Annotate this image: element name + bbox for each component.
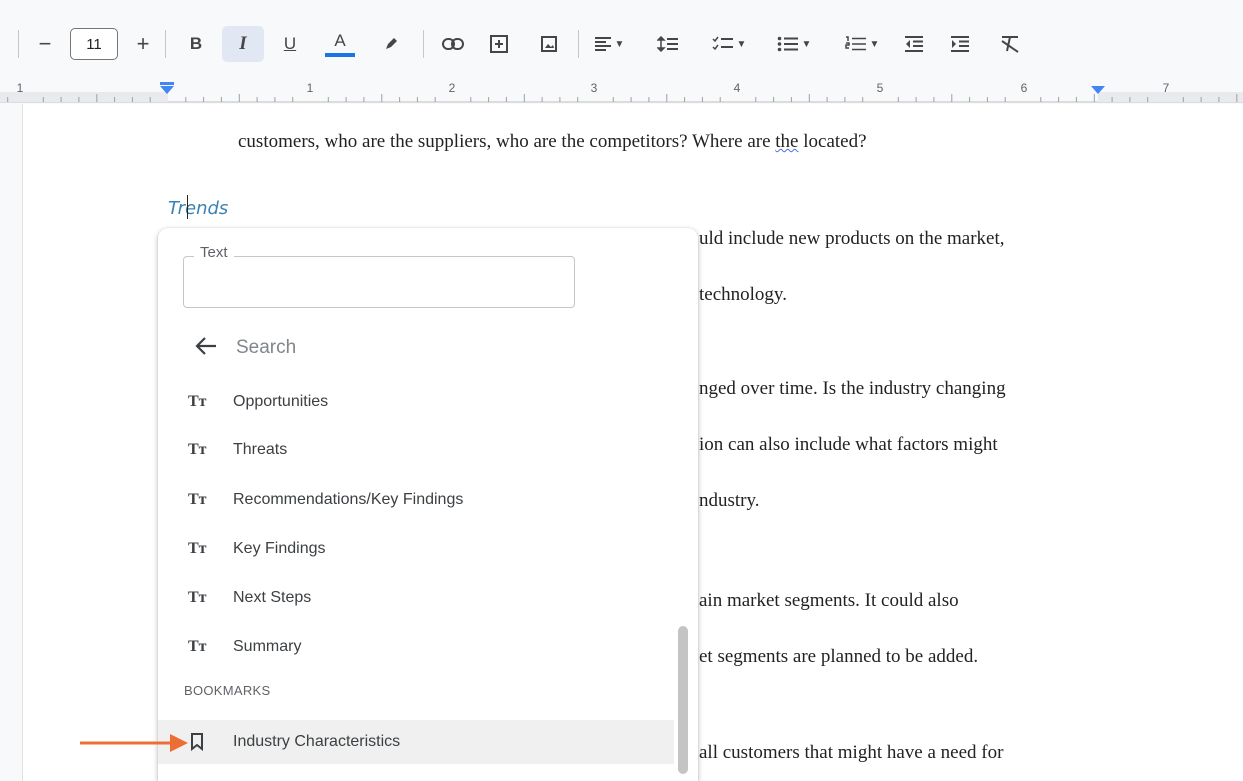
link-popup: Text Tᴛ Opportunities Tᴛ Threats Tᴛ Reco… xyxy=(158,228,698,781)
heading-item-opportunities[interactable]: Tᴛ Opportunities xyxy=(158,380,674,424)
heading-icon: Tᴛ xyxy=(188,393,207,410)
toolbar-divider xyxy=(165,30,166,58)
heading-icon: Tᴛ xyxy=(188,589,207,606)
document-line: ndustry. xyxy=(699,490,760,511)
document-line: all customers that might have a need for xyxy=(699,742,1004,763)
ruler-number: 5 xyxy=(877,81,884,95)
bookmarks-header: BOOKMARKS xyxy=(184,683,271,698)
heading-item-threats[interactable]: Tᴛ Threats xyxy=(158,428,674,472)
underline-button[interactable]: U xyxy=(274,26,306,62)
heading-icon: Tᴛ xyxy=(188,441,207,458)
toolbar-divider xyxy=(578,30,579,58)
increase-indent-icon[interactable] xyxy=(944,26,976,62)
image-icon[interactable] xyxy=(532,26,566,62)
heading-item-key-findings[interactable]: Tᴛ Key Findings xyxy=(158,527,674,571)
ruler-number: 6 xyxy=(1021,81,1028,95)
bookmark-item-label: Industry Characteristics xyxy=(233,733,401,750)
heading-item-recommendations[interactable]: Tᴛ Recommendations/Key Findings xyxy=(158,478,674,522)
toolbar-divider xyxy=(423,30,424,58)
ruler-number: 2 xyxy=(449,81,456,95)
text-color-bar xyxy=(325,52,355,57)
heading-item-label: Threats xyxy=(233,441,288,458)
document-line: customers, who are the suppliers, who ar… xyxy=(238,131,867,153)
heading-item-label: Key Findings xyxy=(233,540,326,557)
text-field[interactable] xyxy=(183,256,575,308)
heading-item-label: Summary xyxy=(233,638,302,655)
heading-icon: Tᴛ xyxy=(188,540,207,557)
italic-button[interactable]: I xyxy=(222,26,264,62)
increase-font-size-button[interactable]: + xyxy=(130,26,156,62)
document-line: et segments are planned to be added. xyxy=(699,646,979,667)
decrease-font-size-button[interactable]: − xyxy=(32,26,58,62)
highlighter-icon[interactable] xyxy=(374,26,408,62)
toolbar: − 11 + B I U A ▼ ▼ ▼ ▼ xyxy=(0,0,1243,78)
document-heading: Trends xyxy=(168,198,229,219)
document-line: ain market segments. It could also xyxy=(699,590,959,611)
popup-scrollbar[interactable] xyxy=(678,626,688,774)
heading-icon: Tᴛ xyxy=(188,491,207,508)
document-line: technology. xyxy=(699,284,787,305)
heading-item-label: Next Steps xyxy=(233,589,312,606)
back-arrow-icon[interactable] xyxy=(192,332,220,360)
ruler-number: 1 xyxy=(17,81,24,95)
numbered-list-icon[interactable]: ▼ xyxy=(834,26,890,62)
document-line-text: located? xyxy=(798,131,867,152)
bulleted-list-icon[interactable]: ▼ xyxy=(766,26,822,62)
document-line: ion can also include what factors might xyxy=(699,434,998,455)
document-line: nged over time. Is the industry changing xyxy=(699,378,1006,399)
link-icon[interactable] xyxy=(436,26,470,62)
heading-item-label: Recommendations/Key Findings xyxy=(233,491,464,508)
clear-formatting-icon[interactable] xyxy=(994,26,1026,62)
line-spacing-icon[interactable] xyxy=(652,26,684,62)
ruler-number: 4 xyxy=(734,81,741,95)
heading-item-summary[interactable]: Tᴛ Summary xyxy=(158,625,674,669)
decrease-indent-icon[interactable] xyxy=(898,26,930,62)
checklist-icon[interactable]: ▼ xyxy=(700,26,758,62)
first-line-indent-marker[interactable] xyxy=(160,82,174,85)
text-input[interactable] xyxy=(194,269,558,297)
ruler[interactable]: 1 1 2 3 4 5 6 7 xyxy=(0,78,1243,104)
text-field-label: Text xyxy=(194,244,234,261)
ruler-number: 1 xyxy=(307,81,314,95)
document-line: uld include new products on the market, xyxy=(699,228,1005,249)
toolbar-divider xyxy=(18,30,19,58)
bookmark-item-industry-characteristics[interactable]: Industry Characteristics xyxy=(158,720,674,764)
font-size-input[interactable]: 11 xyxy=(70,28,118,60)
document-line-text: customers, who are the suppliers, who ar… xyxy=(238,131,776,152)
heading-icon: Tᴛ xyxy=(188,638,207,655)
heading-item-next-steps[interactable]: Tᴛ Next Steps xyxy=(158,576,674,620)
ruler-scale: 1 1 2 3 4 5 6 7 xyxy=(0,81,1243,103)
text-color-label: A xyxy=(334,30,346,50)
align-icon[interactable]: ▼ xyxy=(588,26,630,62)
annotation-arrow xyxy=(78,731,190,760)
spelling-error-word[interactable]: the xyxy=(775,131,798,152)
comment-icon[interactable] xyxy=(482,26,516,62)
bold-button[interactable]: B xyxy=(180,26,212,62)
text-color-button[interactable]: A xyxy=(320,26,360,62)
text-cursor xyxy=(187,195,188,219)
bookmark-icon xyxy=(190,733,204,756)
ruler-number: 3 xyxy=(591,81,598,95)
search-input[interactable] xyxy=(234,330,538,366)
heading-item-label: Opportunities xyxy=(233,393,329,410)
ruler-number: 7 xyxy=(1163,81,1170,95)
